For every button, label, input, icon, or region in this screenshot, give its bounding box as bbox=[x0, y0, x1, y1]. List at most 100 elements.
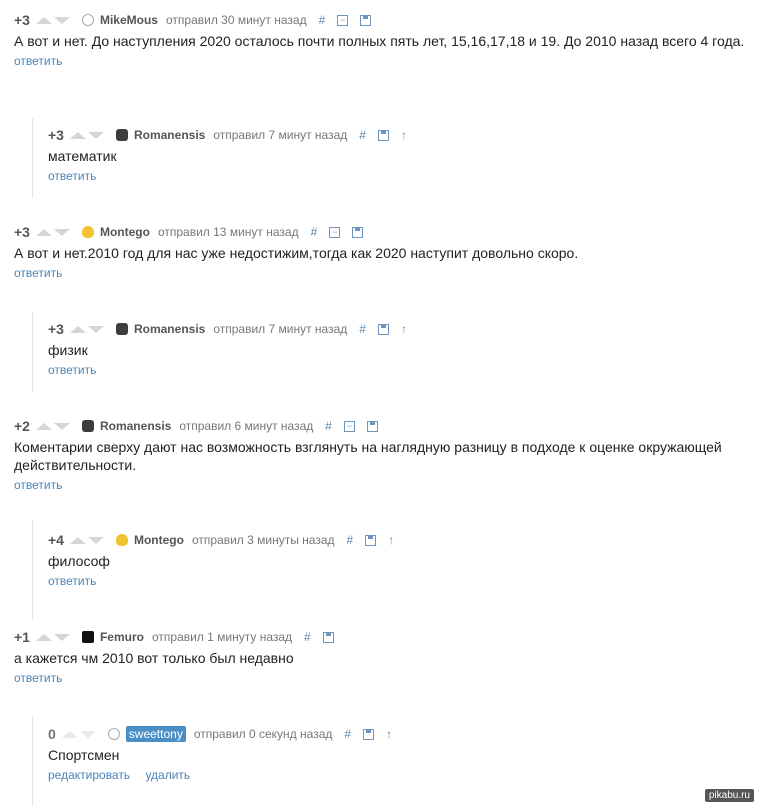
comment: +1 Femuro отправил 1 минуту назад # а ка… bbox=[14, 627, 754, 685]
upvote-icon[interactable] bbox=[35, 633, 52, 641]
username[interactable]: sweettony bbox=[125, 726, 186, 742]
avatar[interactable] bbox=[115, 323, 128, 335]
avatar[interactable] bbox=[115, 534, 128, 546]
reply-link[interactable]: ответить bbox=[14, 54, 62, 68]
username[interactable]: Femuro bbox=[100, 630, 144, 644]
downvote-icon[interactable] bbox=[87, 131, 104, 139]
upvote-icon[interactable] bbox=[69, 325, 86, 333]
comment: +3 Montego отправил 13 минут назад # − А… bbox=[14, 222, 754, 280]
comment: +2 Romanensis отправил 6 минут назад # −… bbox=[14, 416, 754, 492]
downvote-icon[interactable] bbox=[53, 422, 70, 430]
delete-link[interactable]: удалить bbox=[145, 768, 190, 782]
comment-rating: +3 bbox=[14, 224, 30, 240]
save-icon[interactable] bbox=[377, 129, 389, 141]
avatar[interactable] bbox=[81, 14, 94, 26]
username[interactable]: Romanensis bbox=[134, 322, 205, 336]
save-icon[interactable] bbox=[366, 420, 378, 432]
comment-text: математик bbox=[48, 148, 117, 164]
upvote-icon[interactable] bbox=[35, 422, 52, 430]
avatar[interactable] bbox=[81, 420, 94, 432]
permalink-icon[interactable]: # bbox=[325, 419, 332, 433]
comment-header: +1 Femuro отправил 1 минуту назад # bbox=[14, 627, 754, 647]
parent-comment-icon[interactable]: ↑ bbox=[386, 727, 392, 741]
reply-link[interactable]: ответить bbox=[14, 266, 62, 280]
comment: +3 Romanensis отправил 7 минут назад # ↑… bbox=[48, 319, 748, 377]
reply-link[interactable]: ответить bbox=[48, 363, 96, 377]
timestamp: отправил 7 минут назад bbox=[213, 128, 348, 142]
comment-text: Спортсмен bbox=[48, 747, 120, 763]
avatar[interactable] bbox=[115, 129, 128, 141]
username[interactable]: Montego bbox=[134, 533, 184, 547]
comment-text: философ bbox=[48, 553, 110, 569]
permalink-icon[interactable]: # bbox=[304, 630, 311, 644]
avatar[interactable] bbox=[81, 631, 94, 643]
upvote-icon[interactable] bbox=[69, 536, 86, 544]
comment-rating: +4 bbox=[48, 532, 64, 548]
username[interactable]: MikeMous bbox=[100, 13, 158, 27]
comment-text: физик bbox=[48, 342, 88, 358]
save-icon[interactable] bbox=[363, 728, 375, 740]
comment-text: а кажется чм 2010 вот только был недавно bbox=[14, 650, 294, 666]
comment-rating: +2 bbox=[14, 418, 30, 434]
permalink-icon[interactable]: # bbox=[347, 533, 354, 547]
save-icon[interactable] bbox=[322, 631, 334, 643]
upvote-icon[interactable] bbox=[69, 131, 86, 139]
comment: +3 MikeMous отправил 30 минут назад # − … bbox=[14, 10, 754, 68]
downvote-icon[interactable] bbox=[53, 228, 70, 236]
comment-text: Коментарии сверху дают нас возможность в… bbox=[14, 439, 722, 473]
comment-text: А вот и нет. До наступления 2020 осталос… bbox=[14, 33, 745, 49]
timestamp: отправил 7 минут назад bbox=[213, 322, 348, 336]
save-icon[interactable] bbox=[360, 14, 372, 26]
parent-comment-icon[interactable]: ↑ bbox=[388, 533, 394, 547]
comment: 0 sweettony отправил 0 секунд назад # ↑ … bbox=[48, 724, 748, 782]
comment-header: +3 Montego отправил 13 минут назад # − bbox=[14, 222, 754, 242]
parent-comment-icon[interactable]: ↑ bbox=[401, 322, 407, 336]
comment-rating: +1 bbox=[14, 629, 30, 645]
timestamp: отправил 13 минут назад bbox=[157, 225, 299, 239]
timestamp: отправил 6 минут назад bbox=[179, 419, 314, 433]
permalink-icon[interactable]: # bbox=[359, 128, 366, 142]
username[interactable]: Romanensis bbox=[100, 419, 171, 433]
save-icon[interactable] bbox=[377, 323, 389, 335]
username[interactable]: Romanensis bbox=[134, 128, 205, 142]
comment-header: +2 Romanensis отправил 6 минут назад # − bbox=[14, 416, 754, 436]
edit-link[interactable]: редактировать bbox=[48, 768, 130, 782]
permalink-icon[interactable]: # bbox=[359, 322, 366, 336]
comment-header: +3 Romanensis отправил 7 минут назад # ↑ bbox=[48, 319, 748, 339]
username[interactable]: Montego bbox=[100, 225, 150, 239]
collapse-icon[interactable]: − bbox=[343, 420, 355, 432]
thread-line bbox=[32, 716, 33, 806]
avatar[interactable] bbox=[81, 226, 94, 238]
timestamp: отправил 30 минут назад bbox=[165, 13, 307, 27]
comment-header: +3 Romanensis отправил 7 минут назад # ↑ bbox=[48, 125, 748, 145]
reply-link[interactable]: ответить bbox=[14, 671, 62, 685]
upvote-icon[interactable] bbox=[35, 16, 52, 24]
save-icon[interactable] bbox=[352, 226, 364, 238]
collapse-icon[interactable]: − bbox=[337, 14, 349, 26]
upvote-icon[interactable] bbox=[35, 228, 52, 236]
parent-comment-icon[interactable]: ↑ bbox=[401, 128, 407, 142]
comment-header: +3 MikeMous отправил 30 минут назад # − bbox=[14, 10, 754, 30]
downvote-icon[interactable] bbox=[53, 633, 70, 641]
permalink-icon[interactable]: # bbox=[311, 225, 318, 239]
permalink-icon[interactable]: # bbox=[344, 727, 351, 741]
permalink-icon[interactable]: # bbox=[319, 13, 326, 27]
save-icon[interactable] bbox=[365, 534, 377, 546]
collapse-icon[interactable]: − bbox=[329, 226, 341, 238]
comment-rating: 0 bbox=[48, 726, 56, 742]
reply-link[interactable]: ответить bbox=[48, 169, 96, 183]
avatar[interactable] bbox=[107, 728, 120, 740]
downvote-icon[interactable] bbox=[53, 16, 70, 24]
comment-rating: +3 bbox=[48, 127, 64, 143]
watermark: pikabu.ru bbox=[704, 789, 754, 802]
timestamp: отправил 1 минуту назад bbox=[151, 630, 293, 644]
downvote-icon[interactable] bbox=[87, 536, 104, 544]
downvote-icon[interactable] bbox=[79, 730, 96, 738]
upvote-icon[interactable] bbox=[61, 730, 78, 738]
comment: +4 Montego отправил 3 минуты назад # ↑ ф… bbox=[48, 530, 748, 588]
reply-link[interactable]: ответить bbox=[14, 478, 62, 492]
reply-link[interactable]: ответить bbox=[48, 574, 96, 588]
thread-line bbox=[32, 118, 33, 198]
downvote-icon[interactable] bbox=[87, 325, 104, 333]
comment-rating: +3 bbox=[48, 321, 64, 337]
